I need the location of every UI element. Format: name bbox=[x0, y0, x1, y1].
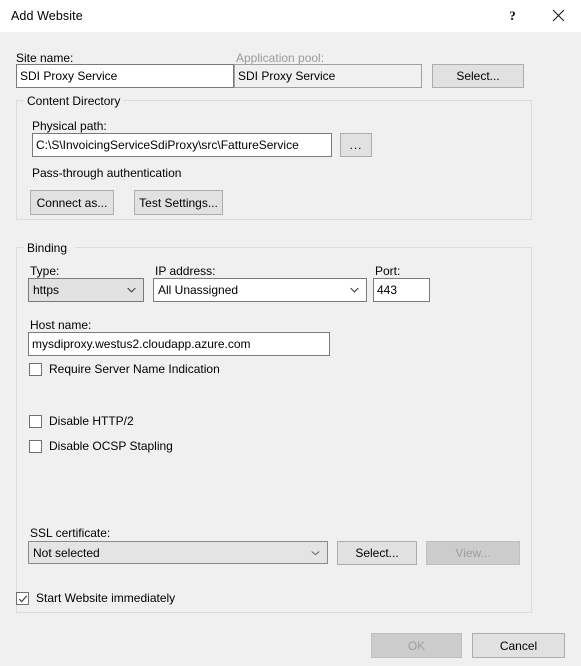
start-website-checkbox[interactable]: Start Website immediately bbox=[16, 592, 175, 605]
content-directory-legend: Content Directory bbox=[24, 94, 124, 108]
help-button[interactable]: ? bbox=[490, 0, 535, 31]
start-website-label: Start Website immediately bbox=[36, 591, 176, 605]
disable-ocsp-checkbox[interactable]: Disable OCSP Stapling bbox=[29, 440, 173, 453]
disable-http2-checkbox[interactable]: Disable HTTP/2 bbox=[29, 415, 134, 428]
ssl-certificate-value: Not selected bbox=[33, 545, 100, 560]
pass-through-authentication-label: Pass-through authentication bbox=[32, 166, 182, 180]
window-title: Add Website bbox=[11, 9, 83, 23]
ip-address-value: All Unassigned bbox=[158, 283, 239, 297]
physical-path-label: Physical path: bbox=[32, 119, 107, 133]
port-label: Port: bbox=[375, 264, 401, 278]
ok-button: OK bbox=[371, 633, 462, 658]
chevron-down-icon bbox=[350, 286, 359, 295]
disable-ocsp-label: Disable OCSP Stapling bbox=[49, 439, 173, 453]
host-name-input[interactable]: mysdiproxy.westus2.cloudapp.azure.com bbox=[28, 332, 330, 356]
application-pool-select-button[interactable]: Select... bbox=[432, 64, 524, 88]
physical-path-input[interactable]: C:\S\InvoicingServiceSdiProxy\src\Fattur… bbox=[32, 133, 332, 157]
site-name-input[interactable]: SDI Proxy Service bbox=[16, 64, 234, 88]
checkbox-box-checked bbox=[16, 592, 29, 605]
checkbox-box bbox=[29, 440, 42, 453]
chevron-down-icon bbox=[127, 286, 136, 295]
application-pool-input[interactable]: SDI Proxy Service bbox=[234, 64, 422, 88]
title-bar: Add Website ? bbox=[0, 0, 581, 32]
binding-type-combobox[interactable]: https bbox=[28, 278, 144, 302]
ip-address-label: IP address: bbox=[155, 264, 216, 278]
port-input[interactable]: 443 bbox=[373, 278, 430, 302]
require-sni-checkbox[interactable]: Require Server Name Indication bbox=[29, 363, 220, 376]
close-button[interactable] bbox=[536, 0, 581, 31]
application-pool-label: Application pool: bbox=[236, 51, 325, 65]
ssl-view-button: View... bbox=[426, 541, 520, 565]
cancel-button[interactable]: Cancel bbox=[472, 633, 565, 658]
host-name-label: Host name: bbox=[30, 318, 92, 332]
checkbox-box bbox=[29, 415, 42, 428]
close-icon bbox=[552, 9, 565, 22]
chevron-down-icon bbox=[311, 548, 320, 557]
ssl-certificate-combobox[interactable]: Not selected bbox=[28, 541, 328, 564]
disable-http2-label: Disable HTTP/2 bbox=[49, 414, 134, 428]
require-sni-label: Require Server Name Indication bbox=[49, 362, 220, 376]
checkbox-box bbox=[29, 363, 42, 376]
ssl-select-button[interactable]: Select... bbox=[337, 541, 417, 565]
test-settings-button[interactable]: Test Settings... bbox=[134, 190, 223, 215]
site-name-label: Site name: bbox=[16, 51, 74, 65]
binding-type-label: Type: bbox=[30, 264, 60, 278]
question-mark-icon: ? bbox=[509, 8, 516, 23]
ellipsis-icon: ... bbox=[349, 138, 363, 152]
connect-as-button[interactable]: Connect as... bbox=[30, 190, 114, 215]
dialog-body: Site name: SDI Proxy Service Application… bbox=[0, 32, 581, 666]
binding-type-value: https bbox=[33, 283, 60, 297]
ip-address-combobox[interactable]: All Unassigned bbox=[153, 278, 367, 302]
binding-legend: Binding bbox=[24, 241, 71, 255]
ssl-certificate-label: SSL certificate: bbox=[30, 526, 111, 540]
browse-physical-path-button[interactable]: ... bbox=[340, 133, 372, 157]
